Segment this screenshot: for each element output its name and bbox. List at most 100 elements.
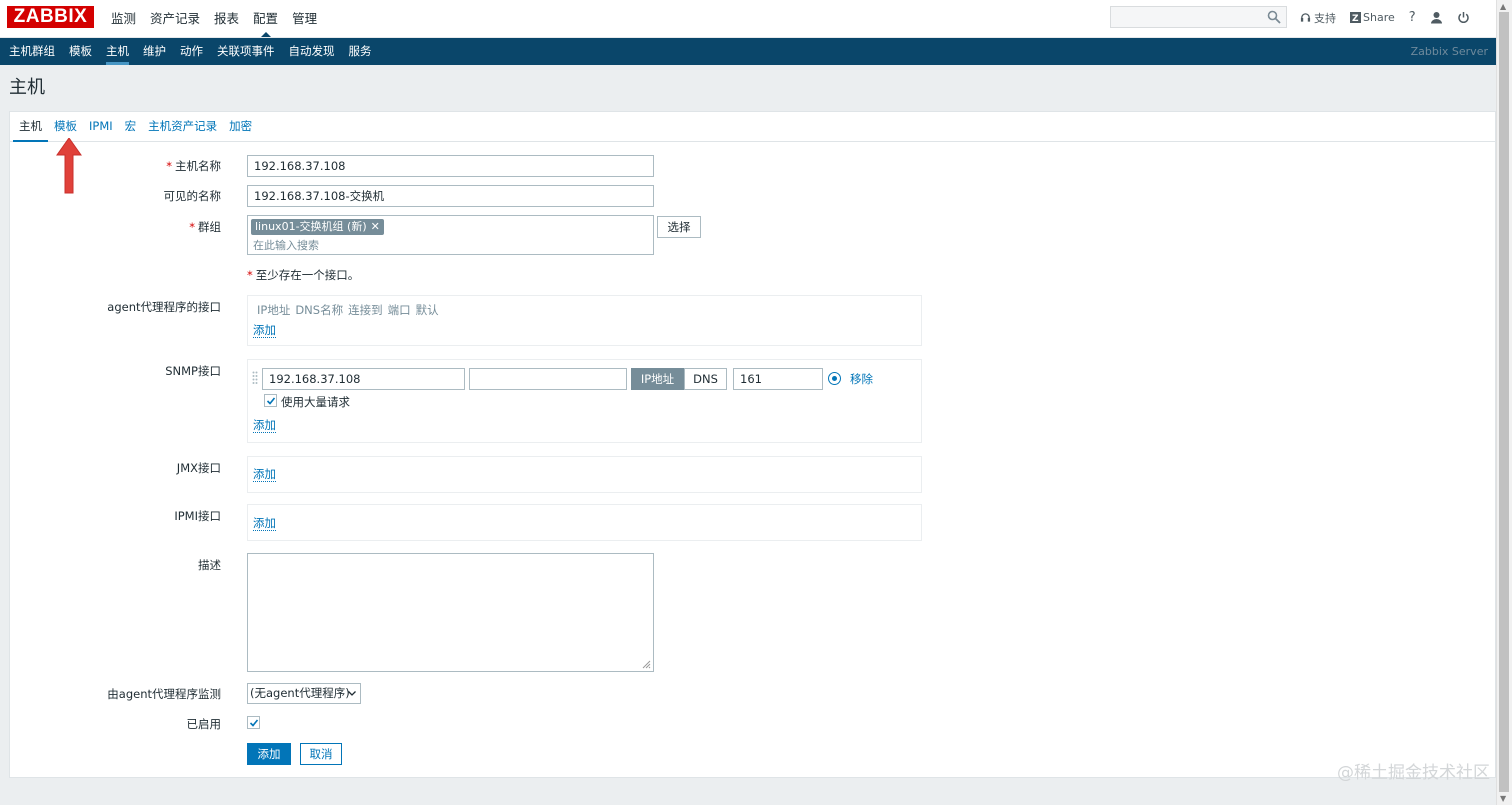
logout-button[interactable] bbox=[1457, 11, 1470, 24]
resize-handle-icon[interactable] bbox=[642, 660, 651, 669]
required-marker: * bbox=[166, 159, 172, 173]
share-icon: Z bbox=[1350, 12, 1361, 23]
group-chip: linux01-交换机组 (新) ✕ bbox=[251, 219, 384, 235]
connect-dns-option[interactable]: DNS bbox=[684, 368, 727, 390]
description-textarea[interactable] bbox=[247, 553, 654, 672]
select-groups-button[interactable]: 选择 bbox=[657, 216, 701, 238]
subnav-templates[interactable]: 模板 bbox=[62, 38, 99, 65]
user-profile-button[interactable] bbox=[1430, 11, 1443, 24]
tab-inventory[interactable]: 主机资产记录 bbox=[142, 112, 223, 141]
interface-note: * 至少存在一个接口。 bbox=[247, 268, 360, 282]
user-icon bbox=[1430, 12, 1442, 24]
subnav-hosts[interactable]: 主机 bbox=[99, 38, 136, 65]
add-jmx-interface-link[interactable]: 添加 bbox=[253, 467, 276, 482]
proxy-select[interactable]: (无agent代理程序) bbox=[247, 683, 361, 704]
default-interface-radio[interactable] bbox=[828, 372, 841, 385]
remove-interface-link[interactable]: 移除 bbox=[850, 372, 873, 386]
support-link[interactable]: 支持 bbox=[1300, 10, 1336, 26]
col-port: 端口 bbox=[387, 303, 411, 317]
subnav-discovery[interactable]: 自动发现 bbox=[282, 38, 342, 65]
snmp-connect-toggle: IP地址 DNS bbox=[631, 368, 727, 390]
annotation-arrow-icon bbox=[56, 138, 82, 194]
groups-multiselect[interactable]: linux01-交换机组 (新) ✕ 在此输入搜索 bbox=[247, 215, 654, 255]
tab-templates[interactable]: 模板 bbox=[48, 112, 83, 141]
subnav-event-correlation[interactable]: 关联项事件 bbox=[210, 38, 282, 65]
col-default: 默认 bbox=[415, 303, 439, 317]
tab-host[interactable]: 主机 bbox=[13, 112, 48, 142]
watermark: @稀土掘金技术社区 bbox=[1337, 763, 1490, 783]
help-button[interactable]: ? bbox=[1409, 10, 1416, 25]
subnav-services[interactable]: 服务 bbox=[342, 38, 379, 65]
snmp-interfaces-label: SNMP接口 bbox=[165, 364, 221, 378]
add-agent-interface-link[interactable]: 添加 bbox=[253, 323, 276, 338]
group-chip-label: linux01-交换机组 (新) bbox=[255, 220, 367, 233]
add-snmp-interface-link[interactable]: 添加 bbox=[253, 418, 276, 433]
add-button[interactable]: 添加 bbox=[247, 743, 291, 765]
drag-handle-icon[interactable] bbox=[252, 371, 258, 385]
jmx-interfaces-label: JMX接口 bbox=[176, 461, 221, 475]
server-name: Zabbix Server bbox=[1410, 45, 1488, 58]
main-nav: 监测 资产记录 报表 配置 管理 bbox=[104, 0, 324, 37]
nav-administration[interactable]: 管理 bbox=[285, 0, 324, 37]
nav-reports[interactable]: 报表 bbox=[207, 0, 246, 37]
required-marker: * bbox=[247, 268, 253, 282]
host-form-panel: 主机 模板 IPMI 宏 主机资产记录 加密 * 主机名称 192.168.37.… bbox=[9, 111, 1498, 778]
agent-interface-headers: IP地址 DNS名称 连接到 端口 默认 bbox=[257, 302, 439, 318]
proxy-selected-value: (无agent代理程序) bbox=[250, 686, 350, 700]
subnav-host-groups[interactable]: 主机群组 bbox=[2, 38, 62, 65]
description-label: 描述 bbox=[198, 558, 221, 572]
page-scrollbar[interactable]: ▲ ▼ bbox=[1496, 0, 1512, 805]
bulk-requests-label: 使用大量请求 bbox=[281, 395, 350, 409]
remove-chip-icon[interactable]: ✕ bbox=[371, 220, 380, 233]
required-marker: * bbox=[189, 220, 195, 234]
host-name-label: * 主机名称 bbox=[166, 159, 221, 173]
snmp-ip-field[interactable]: 192.168.37.108 bbox=[262, 368, 465, 390]
snmp-port-field[interactable]: 161 bbox=[733, 368, 823, 390]
agent-interfaces-label: agent代理程序的接口 bbox=[107, 300, 221, 314]
power-icon bbox=[1457, 12, 1469, 23]
jmx-interfaces-box: 添加 bbox=[247, 456, 922, 493]
agent-interfaces-box: IP地址 DNS名称 连接到 端口 默认 添加 bbox=[247, 295, 922, 346]
scroll-down-icon[interactable]: ▼ bbox=[1500, 794, 1506, 803]
nav-configuration[interactable]: 配置 bbox=[246, 0, 285, 37]
tab-encryption[interactable]: 加密 bbox=[223, 112, 258, 141]
proxy-label: 由agent代理程序监测 bbox=[107, 687, 221, 701]
search-icon[interactable] bbox=[1267, 10, 1281, 24]
bulk-requests-checkbox[interactable] bbox=[264, 394, 277, 407]
snmp-dns-field[interactable] bbox=[469, 368, 627, 390]
subnav-maintenance[interactable]: 维护 bbox=[136, 38, 173, 65]
visible-name-field[interactable]: 192.168.37.108-交换机 bbox=[247, 185, 654, 207]
tab-ipmi[interactable]: IPMI bbox=[83, 112, 119, 141]
share-label: Share bbox=[1363, 11, 1395, 24]
nav-inventory[interactable]: 资产记录 bbox=[143, 0, 207, 37]
headset-icon bbox=[1300, 13, 1311, 22]
share-link[interactable]: Z Share bbox=[1350, 11, 1395, 24]
checkmark-icon bbox=[266, 397, 276, 405]
search-input[interactable] bbox=[1110, 6, 1287, 28]
ipmi-interfaces-label: IPMI接口 bbox=[174, 509, 221, 523]
subnav-actions[interactable]: 动作 bbox=[173, 38, 210, 65]
ipmi-interfaces-box: 添加 bbox=[247, 504, 922, 541]
snmp-interfaces-box: 192.168.37.108 IP地址 DNS 161 移除 使用大量请求 添加 bbox=[247, 359, 922, 443]
group-search-placeholder[interactable]: 在此输入搜索 bbox=[253, 237, 319, 253]
connect-ip-option[interactable]: IP地址 bbox=[631, 368, 684, 390]
top-bar: ZABBIX 监测 资产记录 报表 配置 管理 支持 Z Share ? bbox=[0, 0, 1497, 38]
nav-monitoring[interactable]: 监测 bbox=[104, 0, 143, 37]
sub-nav: 主机群组 模板 主机 维护 动作 关联项事件 自动发现 服务 Zabbix Se… bbox=[0, 38, 1497, 65]
zabbix-logo[interactable]: ZABBIX bbox=[7, 6, 94, 28]
page-title: 主机 bbox=[9, 77, 45, 98]
add-ipmi-interface-link[interactable]: 添加 bbox=[253, 516, 276, 531]
groups-label: * 群组 bbox=[189, 220, 221, 234]
col-dns: DNS名称 bbox=[295, 303, 344, 317]
enabled-label: 已启用 bbox=[186, 717, 222, 731]
scroll-up-icon[interactable]: ▲ bbox=[1500, 2, 1506, 11]
visible-name-label: 可见的名称 bbox=[163, 189, 222, 203]
svg-text:Z: Z bbox=[1352, 14, 1359, 23]
tab-macros[interactable]: 宏 bbox=[119, 112, 143, 141]
enabled-checkbox[interactable] bbox=[247, 716, 260, 729]
form-tabs: 主机 模板 IPMI 宏 主机资产记录 加密 bbox=[10, 112, 1498, 142]
host-name-field[interactable]: 192.168.37.108 bbox=[247, 155, 654, 177]
scroll-thumb[interactable] bbox=[1499, 12, 1509, 792]
cancel-button[interactable]: 取消 bbox=[300, 743, 342, 765]
top-right-actions: 支持 Z Share ? bbox=[1300, 0, 1484, 35]
